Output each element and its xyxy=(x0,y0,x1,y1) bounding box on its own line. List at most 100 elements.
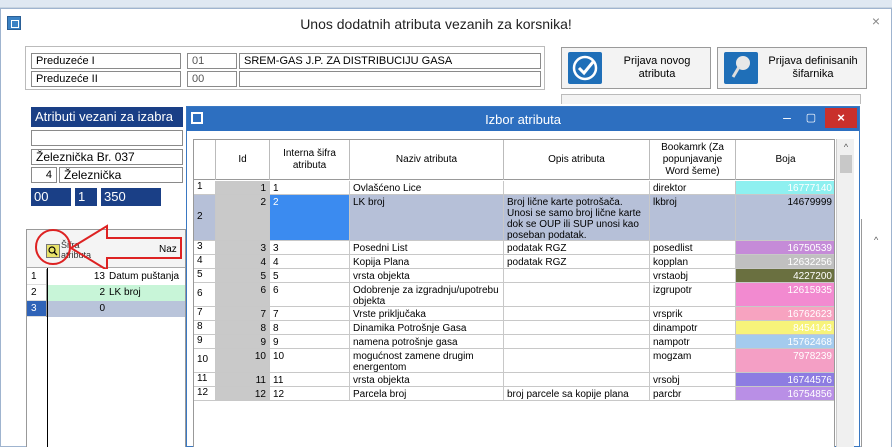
left-grid: Šifra atributa Naz 1 13 Datum puštanja 2 2 LK… xyxy=(26,224,186,447)
cell-bookmark: vrsprik xyxy=(650,307,736,320)
list-item[interactable]: 30 xyxy=(27,301,185,317)
header-color[interactable]: Boja xyxy=(736,140,834,180)
header-internal[interactable]: Interna šifra atributa xyxy=(270,140,350,180)
table-row[interactable]: 9 9 9 namena potrošnje gasa nampotr 15762468 xyxy=(194,335,834,349)
popup-scrollbar[interactable]: ^ xyxy=(836,139,854,447)
left-grid-divider xyxy=(47,268,48,447)
company1-code[interactable]: 01 xyxy=(187,53,237,69)
cell-desc xyxy=(504,321,650,334)
cell-desc: podatak RGZ xyxy=(504,255,650,268)
new-attribute-button[interactable]: Prijava novog atributa xyxy=(561,47,711,89)
cell-internal: 3 xyxy=(270,241,350,254)
left-grid-header: Šifra atributa Naz xyxy=(27,224,185,272)
attribute-name xyxy=(107,301,185,317)
cell-bookmark: izgrupotr xyxy=(650,283,736,306)
company1-label: Preduzeće I xyxy=(31,53,181,69)
street-field[interactable]: Železnička Br. 037 xyxy=(31,149,183,165)
cell-internal: 6 xyxy=(270,283,350,306)
header-bookmark[interactable]: Bookamrk (Za popunjavanje Word šeme) xyxy=(650,140,736,180)
cell-id: 6 xyxy=(216,283,270,306)
cell-name: Odobrenje za izgradnju/upotrebu objekta xyxy=(350,283,504,306)
scroll-up-icon[interactable]: ^ xyxy=(837,139,855,155)
cell-id: 12 xyxy=(216,387,270,400)
main-title-bar: Unos dodatnih atributa vezanih za korsni… xyxy=(1,9,891,37)
cell-bookmark: kopplan xyxy=(650,255,736,268)
list-item[interactable]: 1 13 Datum puštanja xyxy=(27,269,185,285)
maximize-button[interactable]: ▢ xyxy=(799,109,823,127)
cell-color: 16762623 xyxy=(736,307,834,320)
cell-color: 16777140 xyxy=(736,181,834,194)
cell-color: 16744576 xyxy=(736,373,834,386)
company2-name[interactable] xyxy=(239,71,541,87)
attribute-name: Datum puštanja xyxy=(107,269,185,285)
close-icon[interactable]: × xyxy=(865,11,887,31)
table-row[interactable]: 6 6 6 Odobrenje za izgradnju/upotrebu objek… xyxy=(194,283,834,307)
table-row[interactable]: 5 5 5 vrsta objekta vrstaobj 4227200 xyxy=(194,269,834,283)
table-row[interactable]: 4 4 4 Kopija Plana podatak RGZ kopplan 1263225… xyxy=(194,255,834,269)
cell-id: 7 xyxy=(216,307,270,320)
cell-internal: 11 xyxy=(270,373,350,386)
table-row[interactable]: 8 8 8 Dinamika Potrošnje Gasa dinampotr 84541… xyxy=(194,321,834,335)
cell-name: LK broj xyxy=(350,195,504,240)
cell-color: 16754856 xyxy=(736,387,834,400)
table-row[interactable]: 10 10 10 mogućnost zamene drugim energentom… xyxy=(194,349,834,373)
header-name[interactable]: Naziv atributa xyxy=(350,140,504,180)
row-number: 9 xyxy=(194,335,216,348)
company1-name[interactable]: SREM-GAS J.P. ZA DISTRIBUCIJU GASA xyxy=(239,53,541,69)
cell-color: 7978239 xyxy=(736,349,834,372)
scroll-thumb[interactable] xyxy=(840,155,852,173)
annotation-arrow-icon xyxy=(35,224,182,272)
cell-internal: 8 xyxy=(270,321,350,334)
table-row[interactable]: 11 11 11 vrsta objekta vrsobj 16744576 xyxy=(194,373,834,387)
defined-codebook-button[interactable]: Prijava definisanih šifarnika xyxy=(717,47,867,89)
cell-internal: 10 xyxy=(270,349,350,372)
cell-bookmark: nampotr xyxy=(650,335,736,348)
cell-id: 2 xyxy=(216,195,270,240)
cell-id: 5 xyxy=(216,269,270,282)
checkmark-icon xyxy=(568,52,602,84)
cell-desc xyxy=(504,283,650,306)
cell-internal: 9 xyxy=(270,335,350,348)
cell-name: Parcela broj xyxy=(350,387,504,400)
code-f1[interactable]: 00 xyxy=(31,188,71,206)
table-row[interactable]: 3 3 3 Posedni List podatak RGZ posedlist 16750… xyxy=(194,241,834,255)
attribute-code: 2 xyxy=(47,285,107,301)
row-number: 5 xyxy=(194,269,216,282)
code-f3[interactable]: 350 xyxy=(101,188,161,206)
company2-label: Preduzeće II xyxy=(31,71,181,87)
cell-color: 4227200 xyxy=(736,269,834,282)
cell-name: vrsta objekta xyxy=(350,373,504,386)
scroll-up-icon[interactable]: ^ xyxy=(874,235,878,245)
popup-close-button[interactable]: × xyxy=(825,108,857,128)
blank-field[interactable] xyxy=(31,130,183,146)
cell-name: Vrste priključaka xyxy=(350,307,504,320)
row-number: 12 xyxy=(194,387,216,400)
list-item[interactable]: 2 2 LK broj xyxy=(27,285,185,301)
table-row[interactable]: 7 7 7 Vrste priključaka vrsprik 16762623 xyxy=(194,307,834,321)
table-row[interactable]: 1 1 1 Ovlašćeno Lice direktor 16777140 xyxy=(194,181,834,195)
cell-name: Ovlašćeno Lice xyxy=(350,181,504,194)
cell-desc xyxy=(504,349,650,372)
cell-bookmark: parcbr xyxy=(650,387,736,400)
pushpin-icon xyxy=(724,52,758,84)
row-number: 6 xyxy=(194,283,216,306)
window-title: Unos dodatnih atributa vezanih za korsni… xyxy=(300,16,572,32)
cell-desc: podatak RGZ xyxy=(504,241,650,254)
attribute-picker-dialog: Izbor atributa – ▢ × Id Interna šifra at… xyxy=(186,106,860,447)
cell-bookmark: vrsobj xyxy=(650,373,736,386)
header-desc[interactable]: Opis atributa xyxy=(504,140,650,180)
cell-name: Kopija Plana xyxy=(350,255,504,268)
header-id[interactable]: Id xyxy=(216,140,270,180)
cell-id: 1 xyxy=(216,181,270,194)
code-f2[interactable]: 1 xyxy=(75,188,97,206)
minimize-button[interactable]: – xyxy=(775,109,799,127)
number-field[interactable]: 4 xyxy=(31,167,57,183)
company2-code[interactable]: 00 xyxy=(187,71,237,87)
street2-field[interactable]: Železnička xyxy=(59,167,183,183)
table-row[interactable]: 2 2 2 LK broj Broj lične karte potrošača. Un… xyxy=(194,195,834,241)
cell-internal: 1 xyxy=(270,181,350,194)
cell-bookmark: lkbroj xyxy=(650,195,736,240)
table-row[interactable]: 12 12 12 Parcela broj broj parcele sa kopije… xyxy=(194,387,834,401)
cell-name: vrsta objekta xyxy=(350,269,504,282)
cell-bookmark: direktor xyxy=(650,181,736,194)
